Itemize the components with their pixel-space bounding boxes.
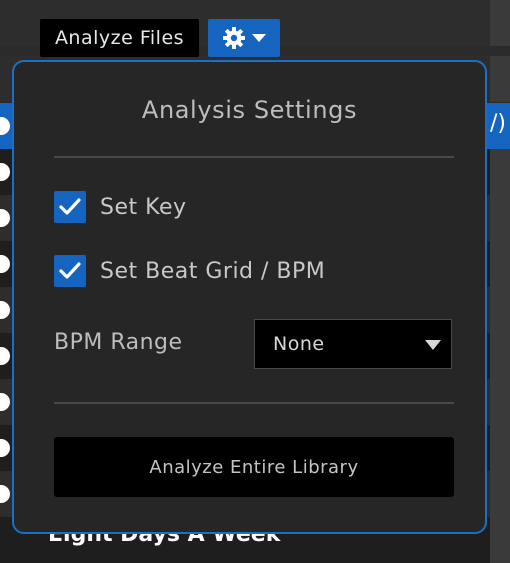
divider [54, 402, 454, 404]
divider [54, 156, 454, 158]
row-status-dot [0, 117, 10, 135]
analysis-settings-popup: Analysis Settings Set Key Set Beat Grid … [12, 60, 487, 534]
bpm-range-select[interactable]: None [254, 319, 452, 369]
row-status-dot [0, 485, 10, 503]
row-status-dot [0, 393, 10, 411]
bpm-range-value: None [273, 333, 325, 355]
set-key-option[interactable]: Set Key [54, 191, 187, 223]
caret-down-icon [425, 340, 441, 350]
row-status-dot [0, 255, 10, 273]
row-status-dot [0, 347, 10, 365]
checkmark-icon [59, 198, 81, 215]
set-beat-grid-option[interactable]: Set Beat Grid / BPM [54, 255, 325, 287]
row-status-dot [0, 163, 10, 181]
analyze-entire-library-button[interactable]: Analyze Entire Library [54, 437, 454, 497]
row-status-dot [0, 301, 10, 319]
set-key-label: Set Key [100, 194, 187, 220]
row-status-dot [0, 209, 10, 227]
set-beat-grid-checkbox[interactable] [54, 255, 86, 287]
set-key-checkbox[interactable] [54, 191, 86, 223]
analyze-files-button[interactable]: Analyze Files [40, 19, 199, 57]
row-status-dot [0, 439, 10, 457]
checkmark-icon [59, 262, 81, 279]
row-edge-text: /) [490, 111, 506, 136]
popup-title: Analysis Settings [141, 96, 358, 124]
gear-icon [223, 27, 245, 49]
analysis-settings-button[interactable] [208, 19, 280, 57]
set-beat-grid-label: Set Beat Grid / BPM [100, 258, 326, 284]
caret-down-icon [252, 34, 266, 42]
bpm-range-label: BPM Range [54, 330, 183, 355]
